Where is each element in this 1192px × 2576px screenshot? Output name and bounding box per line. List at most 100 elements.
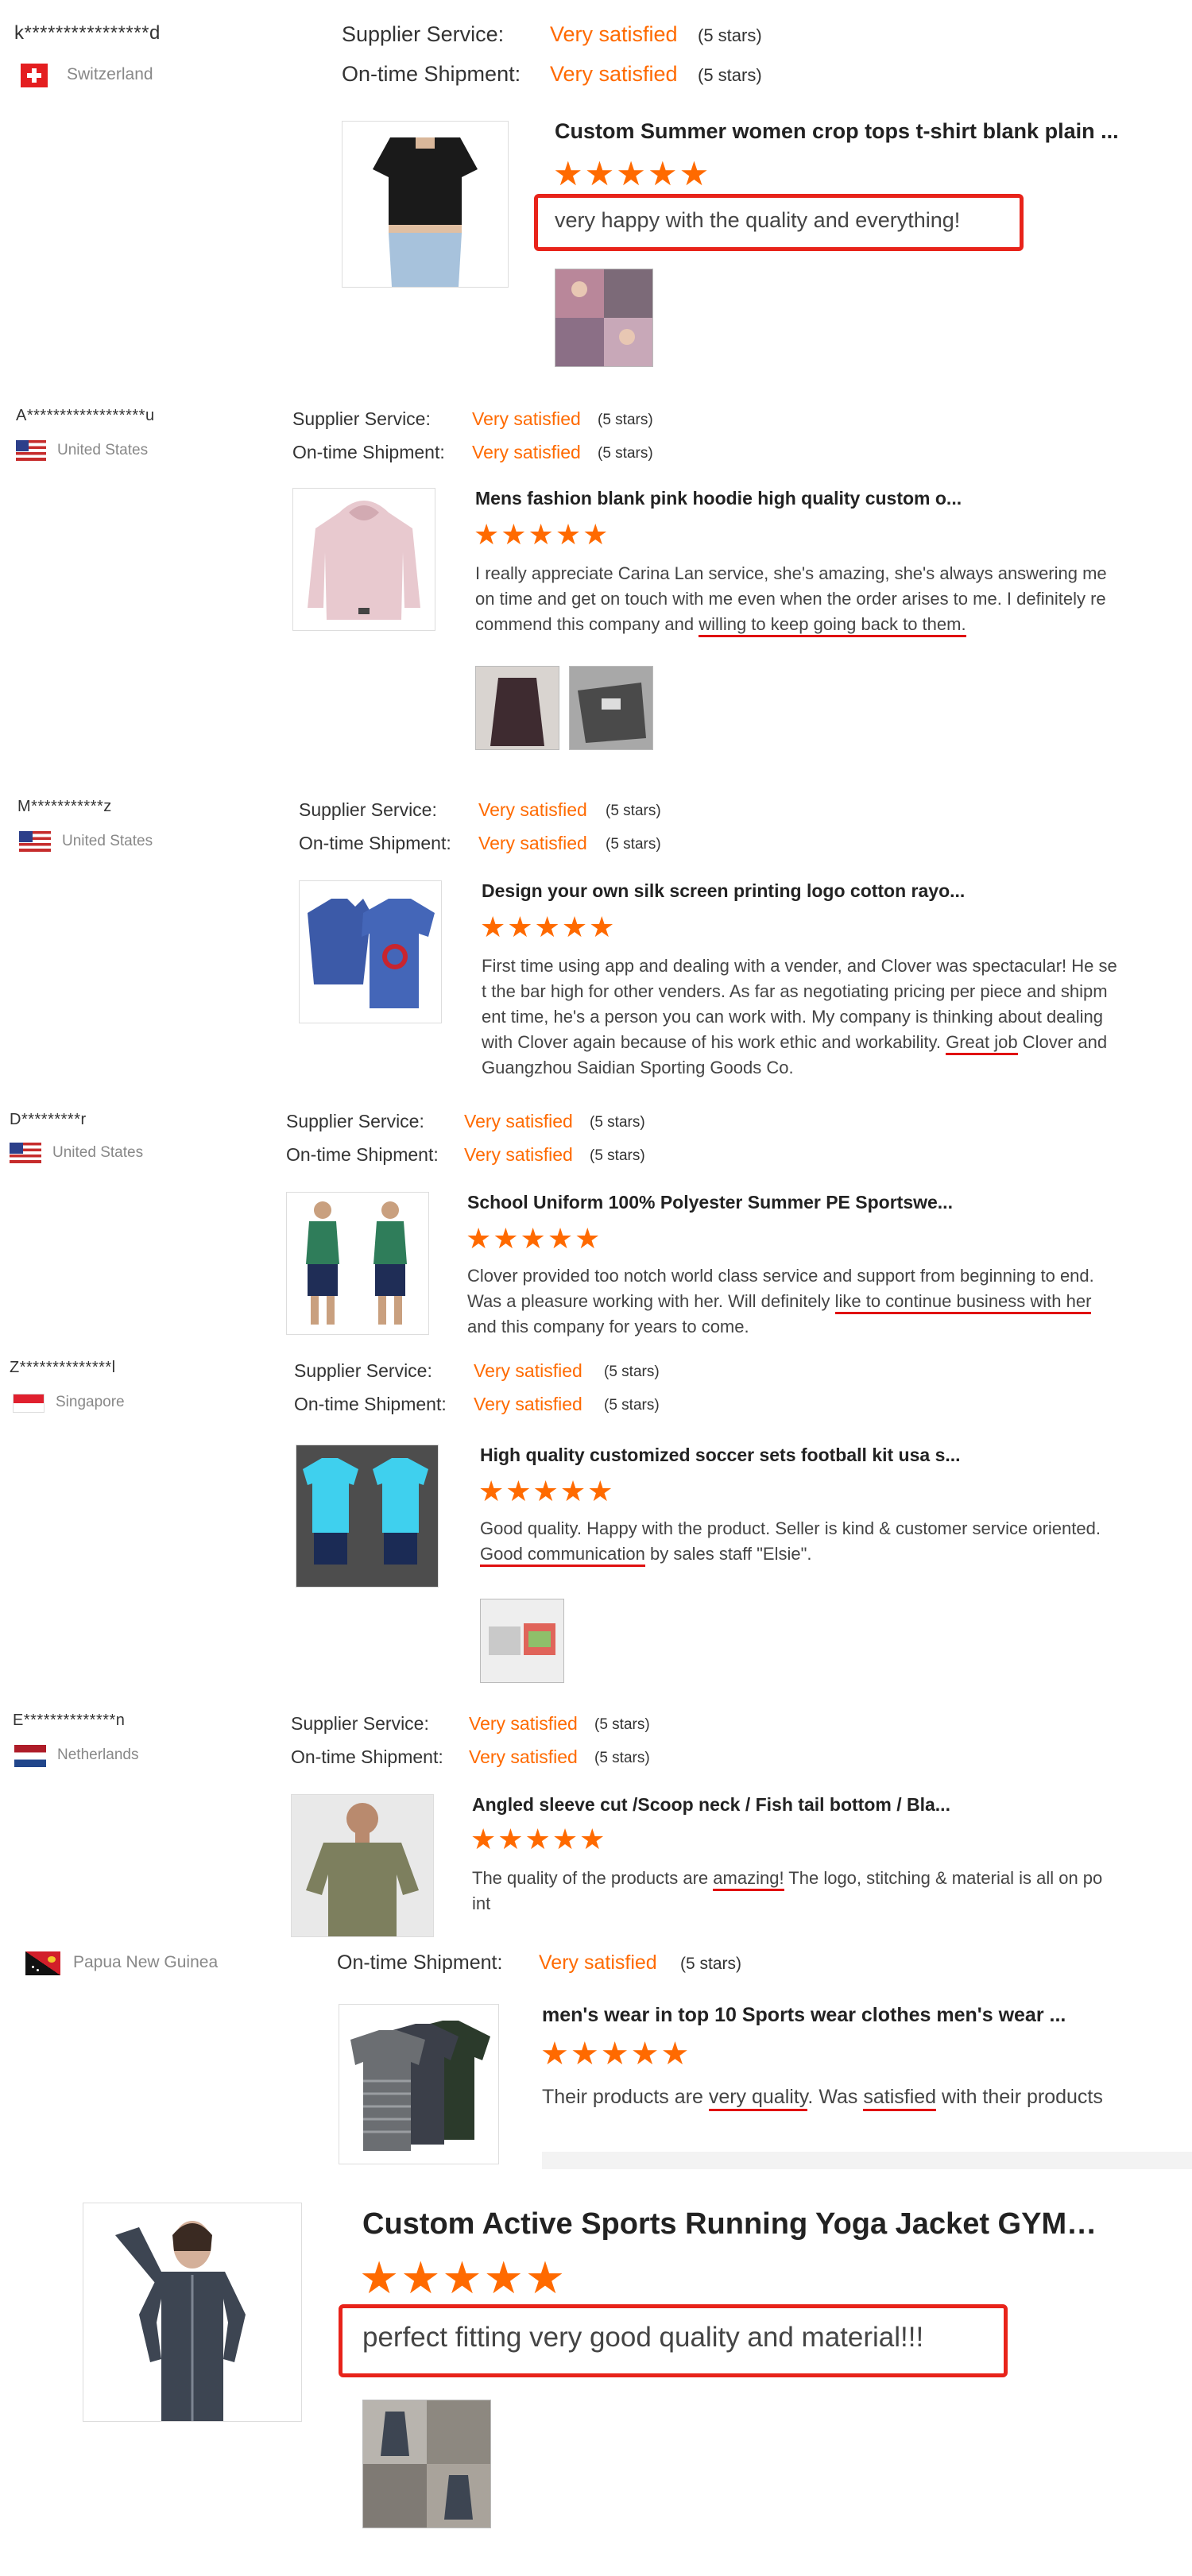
- product-title-link[interactable]: men's wear in top 10 Sports wear clothes…: [542, 2004, 1090, 2027]
- reviewer-country: United States: [57, 442, 149, 458]
- rating-stars: ★★★★★: [474, 518, 610, 551]
- reviewer-name: Z**************l: [10, 1359, 116, 1376]
- reviewer-country: Switzerland: [67, 65, 153, 83]
- product-thumbnail[interactable]: [339, 2004, 499, 2164]
- review-photo[interactable]: [569, 666, 653, 750]
- supplier-service-rating: Very satisfied: [478, 799, 587, 820]
- rating-stars: ★★★★★: [478, 1475, 615, 1507]
- shipment-stars: (5 stars): [606, 836, 661, 853]
- shipment-rating: Very satisfied: [474, 1394, 582, 1414]
- review-card: A******************u United States Suppl…: [0, 389, 1192, 779]
- product-title-link[interactable]: School Uniform 100% Polyester Summer PE …: [467, 1192, 960, 1213]
- supplier-service-label: Supplier Service:: [291, 1713, 429, 1734]
- supplier-service-stars: (5 stars): [598, 412, 653, 428]
- review-photo[interactable]: [480, 1599, 564, 1683]
- supplier-service-stars: (5 stars): [604, 1363, 660, 1380]
- review-comment: I really appreciate Carina Lan service, …: [475, 561, 1175, 637]
- supplier-service-stars: (5 stars): [606, 803, 661, 819]
- product-thumbnail[interactable]: [299, 880, 442, 1023]
- rating-stars: ★★★★★: [470, 1823, 607, 1855]
- shipment-rating: Very satisfied: [539, 1951, 657, 1974]
- underlined-phrase: Great job: [946, 1032, 1018, 1055]
- product-thumbnail[interactable]: [296, 1445, 439, 1588]
- rating-stars: ★★★★★: [480, 911, 617, 943]
- supplier-service-stars: (5 stars): [594, 1716, 650, 1733]
- review-card: Z**************l Singapore Supplier Serv…: [0, 1343, 1192, 1692]
- review-card: M***********z United States Supplier Ser…: [0, 787, 1192, 1104]
- review-card: Custom Active Sports Running Yoga Jacket…: [0, 2185, 1192, 2576]
- review-comment: Their products are very quality. Was sat…: [542, 2083, 1103, 2111]
- underlined-phrase: like to continue business with her: [834, 1291, 1092, 1314]
- reviewer-country: United States: [62, 833, 153, 849]
- singapore-flag-icon: [13, 1394, 45, 1413]
- united-states-flag-icon: [19, 831, 51, 852]
- shipment-label: On-time Shipment:: [291, 1746, 443, 1767]
- product-title-link[interactable]: Mens fashion blank pink hoodie high qual…: [475, 488, 984, 509]
- review-comment: Good quality. Happy with the product. Se…: [480, 1516, 1179, 1567]
- reviewer-country: Papua New Guinea: [73, 1953, 219, 1971]
- review-comment: Clover provided too notch world class se…: [467, 1266, 1094, 1336]
- reviewer-name: D*********r: [10, 1111, 87, 1128]
- shipment-stars: (5 stars): [594, 1750, 650, 1766]
- united-states-flag-icon: [16, 440, 46, 461]
- shipment-label: On-time Shipment:: [299, 833, 451, 853]
- review-photo[interactable]: [475, 666, 559, 750]
- underlined-phrase: very quality: [708, 2086, 808, 2111]
- product-thumbnail[interactable]: [83, 2203, 302, 2422]
- review-comment: perfect fitting very good quality and ma…: [362, 2322, 924, 2353]
- supplier-service-rating: Very satisfied: [550, 22, 678, 46]
- divider: [542, 2152, 1192, 2169]
- supplier-service-label: Supplier Service:: [286, 1111, 424, 1131]
- supplier-service-rating: Very satisfied: [469, 1713, 578, 1734]
- reviewer-country: Singapore: [56, 1394, 125, 1410]
- united-states-flag-icon: [10, 1143, 41, 1163]
- shipment-stars: (5 stars): [604, 1397, 660, 1414]
- review-photo[interactable]: [362, 2400, 491, 2528]
- shipment-stars: (5 stars): [598, 445, 653, 462]
- supplier-service-label: Supplier Service:: [292, 408, 431, 429]
- shipment-stars: (5 stars): [698, 65, 762, 85]
- product-title-link[interactable]: High quality customized soccer sets foot…: [480, 1445, 973, 1466]
- product-thumbnail[interactable]: [286, 1192, 429, 1335]
- rating-stars: ★★★★★: [466, 1222, 602, 1255]
- shipment-label: On-time Shipment:: [342, 62, 521, 86]
- reviewer-name: M***********z: [17, 798, 112, 815]
- shipment-rating: Very satisfied: [464, 1144, 573, 1165]
- shipment-rating: Very satisfied: [478, 833, 587, 853]
- product-thumbnail[interactable]: [291, 1794, 434, 1937]
- shipment-rating: Very satisfied: [472, 442, 581, 462]
- reviewer-country: Netherlands: [57, 1746, 139, 1763]
- reviewer-country: United States: [52, 1144, 144, 1161]
- review-card: k****************d Switzerland Supplier …: [0, 0, 1192, 381]
- review-comment: very happy with the quality and everythi…: [555, 208, 961, 232]
- reviewer-name: E**************n: [13, 1712, 126, 1729]
- shipment-rating: Very satisfied: [550, 62, 678, 86]
- shipment-label: On-time Shipment:: [286, 1144, 439, 1165]
- supplier-service-label: Supplier Service:: [342, 22, 505, 46]
- rating-stars: ★★★★★: [553, 155, 711, 192]
- supplier-service-rating: Very satisfied: [464, 1111, 573, 1131]
- underlined-phrase: satisfied: [863, 2086, 937, 2111]
- underlined-phrase: amazing!: [713, 1868, 784, 1891]
- review-card: D*********r United States Supplier Servi…: [0, 1100, 1192, 1338]
- review-card: Papua New Guinea On-time Shipment: Very …: [0, 1939, 1192, 2177]
- reviewer-name: k****************d: [14, 22, 161, 44]
- supplier-service-rating: Very satisfied: [474, 1360, 582, 1381]
- shipment-stars: (5 stars): [680, 1955, 742, 1973]
- product-thumbnail[interactable]: [342, 121, 509, 288]
- product-title-link[interactable]: Custom Summer women crop tops t-shirt bl…: [555, 119, 1127, 144]
- review-card: E**************n Netherlands Supplier Se…: [0, 1696, 1192, 1937]
- shipment-stars: (5 stars): [590, 1147, 645, 1164]
- supplier-service-label: Supplier Service:: [299, 799, 437, 820]
- product-title-link[interactable]: Design your own silk screen printing log…: [482, 880, 990, 902]
- shipment-label: On-time Shipment:: [337, 1951, 503, 1974]
- shipment-label: On-time Shipment:: [292, 442, 445, 462]
- reviewer-name: A******************u: [16, 407, 155, 424]
- rating-stars: ★★★★★: [540, 2036, 691, 2071]
- product-title-link[interactable]: Custom Active Sports Running Yoga Jacket…: [362, 2207, 1101, 2241]
- supplier-service-stars: (5 stars): [698, 25, 762, 45]
- product-title-link[interactable]: Angled sleeve cut /Scoop neck / Fish tai…: [472, 1794, 965, 1816]
- review-photo[interactable]: [555, 269, 653, 367]
- product-thumbnail[interactable]: [292, 488, 435, 631]
- rating-stars: ★★★★★: [359, 2253, 567, 2303]
